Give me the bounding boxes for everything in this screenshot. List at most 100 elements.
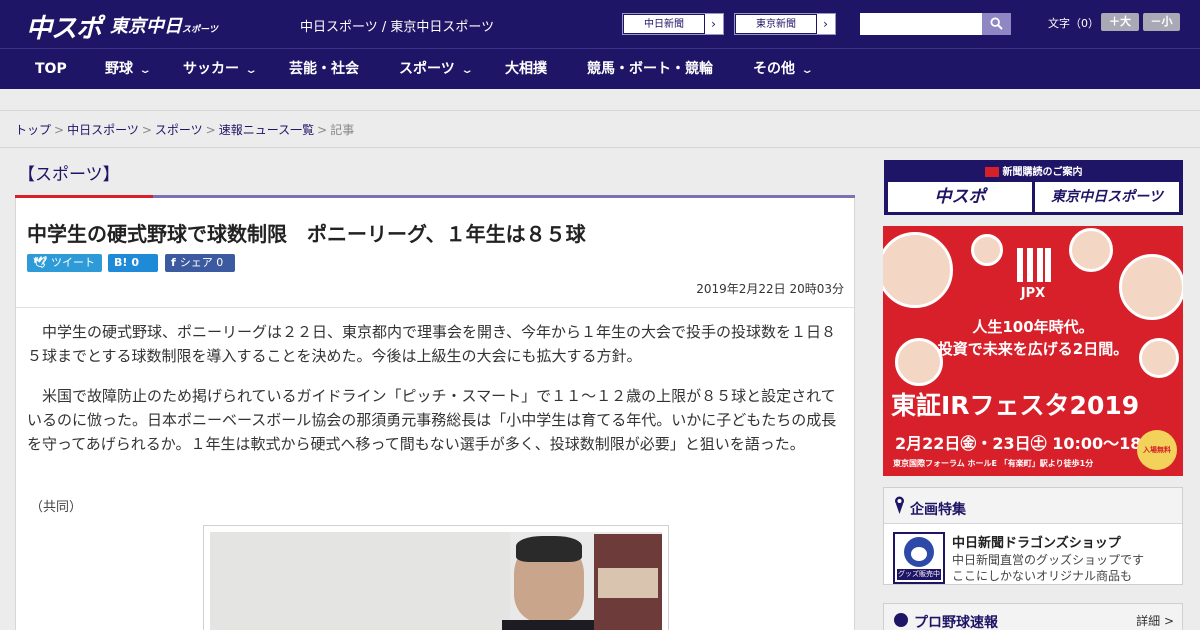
breadcrumb-link-sports[interactable]: スポーツ [155,123,203,137]
subscription-banner[interactable]: 新聞購読のご案内 中スポ 東京中日スポーツ [884,160,1183,215]
shop-desc-line: ここにしかないオリジナル商品も [952,569,1133,583]
ad-brand: JPX [1020,286,1046,301]
facebook-share-button[interactable]: f シェア 0 [165,254,235,272]
nav-top[interactable]: TOP [35,49,67,89]
nav-baseball[interactable]: 野球 ⌄ [105,49,152,89]
chevron-down-icon: ⌄ [244,65,258,76]
breadcrumb-link-chunichi-sports[interactable]: 中日スポーツ [67,123,139,137]
paper-link-label: 東京新聞 [735,14,817,34]
article-paragraph: 中学生の硬式野球、ポニーリーグは２２日、東京都内で理事会を開き、今年から１年生の… [27,323,836,365]
ribbon-icon [895,496,904,514]
dragons-shop-thumbnail[interactable]: グッズ販売中 [893,532,945,584]
breadcrumb-separator: > [141,123,152,137]
tweet-button[interactable]: 🕊 ツイート [27,254,102,272]
ad-tagline: 人生100年時代。 [972,318,1094,336]
ad-photo [971,234,1003,266]
subscription-title: 新聞購読のご案内 [884,163,1183,178]
chuspo-logo[interactable]: 中スポ [26,8,102,45]
nav-label: 大相撲 [505,61,547,77]
chuspo-subscription-card[interactable]: 中スポ [888,182,1032,212]
chevron-down-icon: ⌄ [800,65,814,76]
hatena-bookmark-button[interactable]: B! 0 [108,254,158,272]
nav-soccer[interactable]: サッカー ⌄ [183,49,258,89]
breadcrumb-current: 記事 [330,123,355,137]
breadcrumb: トップ > 中日スポーツ > スポーツ > 速報ニュース一覧 > 記事 [15,121,354,138]
article-headline: 中学生の硬式野球で球数制限 ポニーリーグ、１年生は８５球 [27,222,586,246]
font-larger-button[interactable]: ＋大 [1101,13,1139,31]
nav-sports[interactable]: スポーツ ⌄ [399,49,474,89]
tokyo-logo-small: スポーツ [182,25,218,35]
article-photo[interactable] [203,525,669,630]
ad-event-name: 東証IRフェスタ2019 [891,391,1140,420]
breadcrumb-separator: > [205,123,216,137]
nav-label: 野球 [105,61,133,77]
article-body: 中学生の硬式野球で球数制限 ポニーリーグ、１年生は８５球 🕊 ツイート B! 0 f… [15,198,855,630]
article-paragraph: 米国で故障防止のため掲げられているガイドライン「ピッチ・スマート」で１１～１２歳… [27,387,837,453]
subscription-title-text: 新聞購読のご案内 [1002,167,1083,178]
hatena-icon: B! [114,256,128,269]
ad-photo [1069,228,1113,272]
ir-festa-ad[interactable]: JPX 人生100年時代。 投資で未来を広げる2日間。 東証IRフェスタ2019… [883,226,1183,476]
baseball-icon [894,613,908,627]
facebook-count: 0 [216,256,224,269]
tweet-label: ツイート [50,256,95,269]
paper-link-label: 中日新聞 [623,14,705,34]
article-credit: （共同） [30,500,83,515]
nav-racing[interactable]: 競馬・ボート・競輪 [587,49,713,89]
hatena-count: 0 [131,256,140,269]
tokyo-chunichi-logo[interactable]: 東京中日スポーツ [110,12,218,38]
sub-band [0,89,1200,111]
tokyo-shimbun-link[interactable]: 東京新聞 › [734,13,836,35]
search-icon [990,17,1003,30]
divider [0,147,1200,148]
search-input[interactable] [860,13,982,35]
nav-label: サッカー [183,61,239,77]
breadcrumb-separator: > [54,123,65,137]
breadcrumb-separator: > [317,123,328,137]
ad-dates: 2月22日㊎・23日㊏ 10:00～18:00 [895,434,1171,453]
nav-sumo[interactable]: 大相撲 [505,49,547,89]
breadcrumb-link-top[interactable]: トップ [15,123,51,137]
twitter-icon: 🕊 [33,256,47,269]
nav-label: TOP [35,61,67,77]
article-date: 2019年2月22日 20時03分 [696,282,844,296]
breadcrumb-link-news-list[interactable]: 速報ニュース一覧 [219,123,314,137]
details-link[interactable]: 詳細 > [1136,612,1174,629]
font-size-label: 文字（0） [1048,17,1099,30]
feature-header: 企画特集 [884,488,1182,524]
nav-other[interactable]: その他 ⌄ [753,49,814,89]
font-smaller-button[interactable]: －小 [1143,13,1180,31]
feature-title: 企画特集 [910,502,966,518]
dragons-shop-link[interactable]: 中日新聞ドラゴンズショップ [952,532,1121,551]
site-names[interactable]: 中日スポーツ / 東京中日スポーツ [300,16,494,35]
thumb-label: グッズ販売中 [897,569,941,580]
nav-entertainment[interactable]: 芸能・社会 [289,49,359,89]
search-button[interactable] [982,13,1011,35]
chevron-down-icon: ⌄ [460,65,474,76]
ad-tagline: 投資で未来を広げる2日間。 [937,340,1129,358]
chevron-right-icon: › [823,17,828,31]
ad-venue: 東京国際フォーラム ホールE 「有楽町」駅より徒歩1分 [893,459,1094,468]
facebook-icon: f [171,256,176,269]
chevron-right-icon: › [711,17,716,31]
facebook-label: シェア [179,256,213,269]
category-heading: 【スポーツ】 [18,165,120,185]
shop-desc-line: 中日新聞直営のグッズショップです [952,553,1145,567]
photo-image [210,532,662,630]
chevron-down-icon: ⌄ [138,65,152,76]
chunichi-shimbun-link[interactable]: 中日新聞 › [622,13,724,35]
mascot-icon [904,537,934,567]
nav-label: 競馬・ボート・競輪 [587,61,713,77]
main-nav: TOP 野球 ⌄ サッカー ⌄ 芸能・社会 スポーツ ⌄ 大相撲 競馬・ボート・競輪 … [0,48,1200,89]
nav-label: 芸能・社会 [289,61,359,77]
ad-free-badge: 入場無料 [1137,430,1177,470]
tokyo-chunichi-subscription-card[interactable]: 東京中日スポーツ [1035,182,1179,212]
newspaper-icon [984,167,999,177]
nav-label: その他 [753,61,795,77]
divider [16,307,854,308]
nav-label: スポーツ [399,61,455,77]
feature-box: 企画特集 グッズ販売中 中日新聞ドラゴンズショップ 中日新聞直営のグッズショップ… [883,487,1183,585]
jpx-logo-icon [1017,248,1051,282]
pro-baseball-title: プロ野球速報 [914,615,998,630]
site-header: 中スポ 東京中日スポーツ 中日スポーツ / 東京中日スポーツ 中日新聞 › 東京… [0,0,1200,48]
